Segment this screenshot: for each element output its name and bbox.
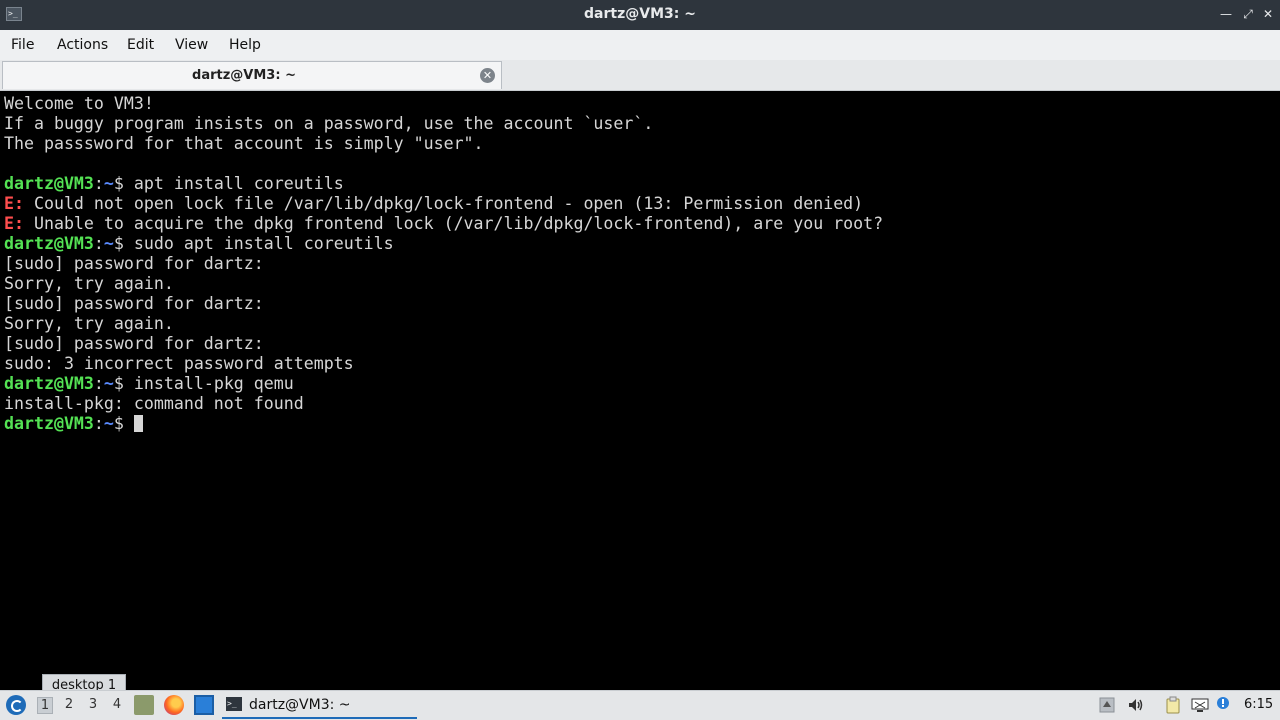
file-manager-icon[interactable] [134, 695, 154, 715]
menu-bar: File Actions Edit View Help [0, 30, 1280, 60]
minimize-icon[interactable]: — [1218, 6, 1234, 22]
terminal-output-line: Welcome to VM3! [4, 94, 154, 113]
error-tag: E: [4, 214, 24, 233]
firefox-icon[interactable] [164, 695, 184, 715]
prompt-path: ~ [103, 414, 114, 433]
menu-file[interactable]: File [11, 37, 34, 53]
terminal-prompt-line: dartz@VM3:~$ [4, 414, 1276, 434]
terminal-output-line: Sorry, try again. [4, 314, 174, 333]
notification-icon[interactable] [1214, 696, 1232, 714]
terminal-output-line: [sudo] password for dartz: [4, 334, 264, 353]
tab-close-icon[interactable]: ✕ [480, 68, 495, 83]
terminal-output-line: sudo: 3 incorrect password attempts [4, 354, 354, 373]
window-titlebar[interactable]: >_ dartz@VM3: ~ — ⤢ ✕ [0, 0, 1280, 30]
menu-view[interactable]: View [175, 37, 208, 53]
terminal-error-line: E: Could not open lock file /var/lib/dpk… [4, 194, 1276, 214]
clipboard-icon[interactable] [1164, 696, 1182, 714]
prompt-path: ~ [103, 234, 114, 253]
desktop-switch-2[interactable]: 2 [62, 697, 76, 712]
prompt-path: ~ [103, 174, 114, 193]
taskbar-item-terminal[interactable]: >_ dartz@VM3: ~ [222, 693, 417, 719]
menu-actions[interactable]: Actions [57, 37, 108, 53]
show-desktop-icon[interactable] [194, 695, 214, 715]
prompt-command: sudo apt install coreutils [133, 234, 394, 253]
prompt-command: apt install coreutils [133, 174, 344, 193]
terminal-prompt-line: dartz@VM3:~$ sudo apt install coreutils [4, 234, 394, 253]
terminal-cursor[interactable] [133, 415, 143, 432]
prompt-host: dartz@VM3 [4, 234, 94, 253]
menu-help[interactable]: Help [229, 37, 261, 53]
terminal-error-line: E: Unable to acquire the dpkg frontend l… [4, 214, 1276, 234]
prompt-host: dartz@VM3 [4, 414, 94, 433]
tab-bar: dartz@VM3: ~ ✕ [0, 60, 1280, 91]
error-message: Unable to acquire the dpkg frontend lock… [23, 214, 884, 233]
monitor-icon[interactable] [1191, 696, 1209, 714]
error-message: Could not open lock file /var/lib/dpkg/l… [23, 194, 864, 213]
clock: 6:15 [1244, 697, 1274, 712]
terminal-icon: >_ [226, 697, 242, 711]
terminal-output-line: If a buggy program insists on a password… [4, 114, 654, 133]
close-icon[interactable]: ✕ [1260, 6, 1276, 22]
window-title: dartz@VM3: ~ [584, 6, 696, 22]
start-menu-icon[interactable] [6, 695, 26, 715]
tab-terminal[interactable]: dartz@VM3: ~ ✕ [2, 61, 502, 89]
desktop-switch-4[interactable]: 4 [110, 697, 124, 712]
terminal-output-line: install-pkg: command not found [4, 394, 304, 413]
volume-icon[interactable] [1127, 696, 1145, 714]
terminal-prompt-line: dartz@VM3:~$ apt install coreutils [4, 174, 344, 193]
prompt-command: install-pkg qemu [133, 374, 294, 393]
prompt-path: ~ [103, 374, 114, 393]
taskbar-item-label: dartz@VM3: ~ [249, 697, 351, 713]
terminal-output-line: [sudo] password for dartz: [4, 254, 264, 273]
taskbar: 1 2 3 4 >_ dartz@VM3: ~ 6:15 [0, 690, 1280, 720]
terminal-output-line: Sorry, try again. [4, 274, 174, 293]
prompt-symbol: $ [113, 234, 134, 253]
desktop-switch-1[interactable]: 1 [37, 697, 53, 714]
terminal-output-line: [sudo] password for dartz: [4, 294, 264, 313]
terminal-output[interactable]: Welcome to VM3! If a buggy program insist… [0, 93, 1280, 689]
error-tag: E: [4, 194, 24, 213]
maximize-icon[interactable]: ⤢ [1240, 6, 1256, 22]
tab-label: dartz@VM3: ~ [192, 68, 296, 83]
menu-edit[interactable]: Edit [127, 37, 154, 53]
desktop-switch-3[interactable]: 3 [86, 697, 100, 712]
prompt-symbol: $ [113, 414, 134, 433]
terminal-output-line: The passsword for that account is simply… [4, 134, 484, 153]
prompt-host: dartz@VM3 [4, 174, 94, 193]
prompt-symbol: $ [113, 174, 134, 193]
update-icon[interactable] [1098, 696, 1116, 714]
prompt-host: dartz@VM3 [4, 374, 94, 393]
terminal-prompt-line: dartz@VM3:~$ install-pkg qemu [4, 374, 294, 393]
prompt-symbol: $ [113, 374, 134, 393]
